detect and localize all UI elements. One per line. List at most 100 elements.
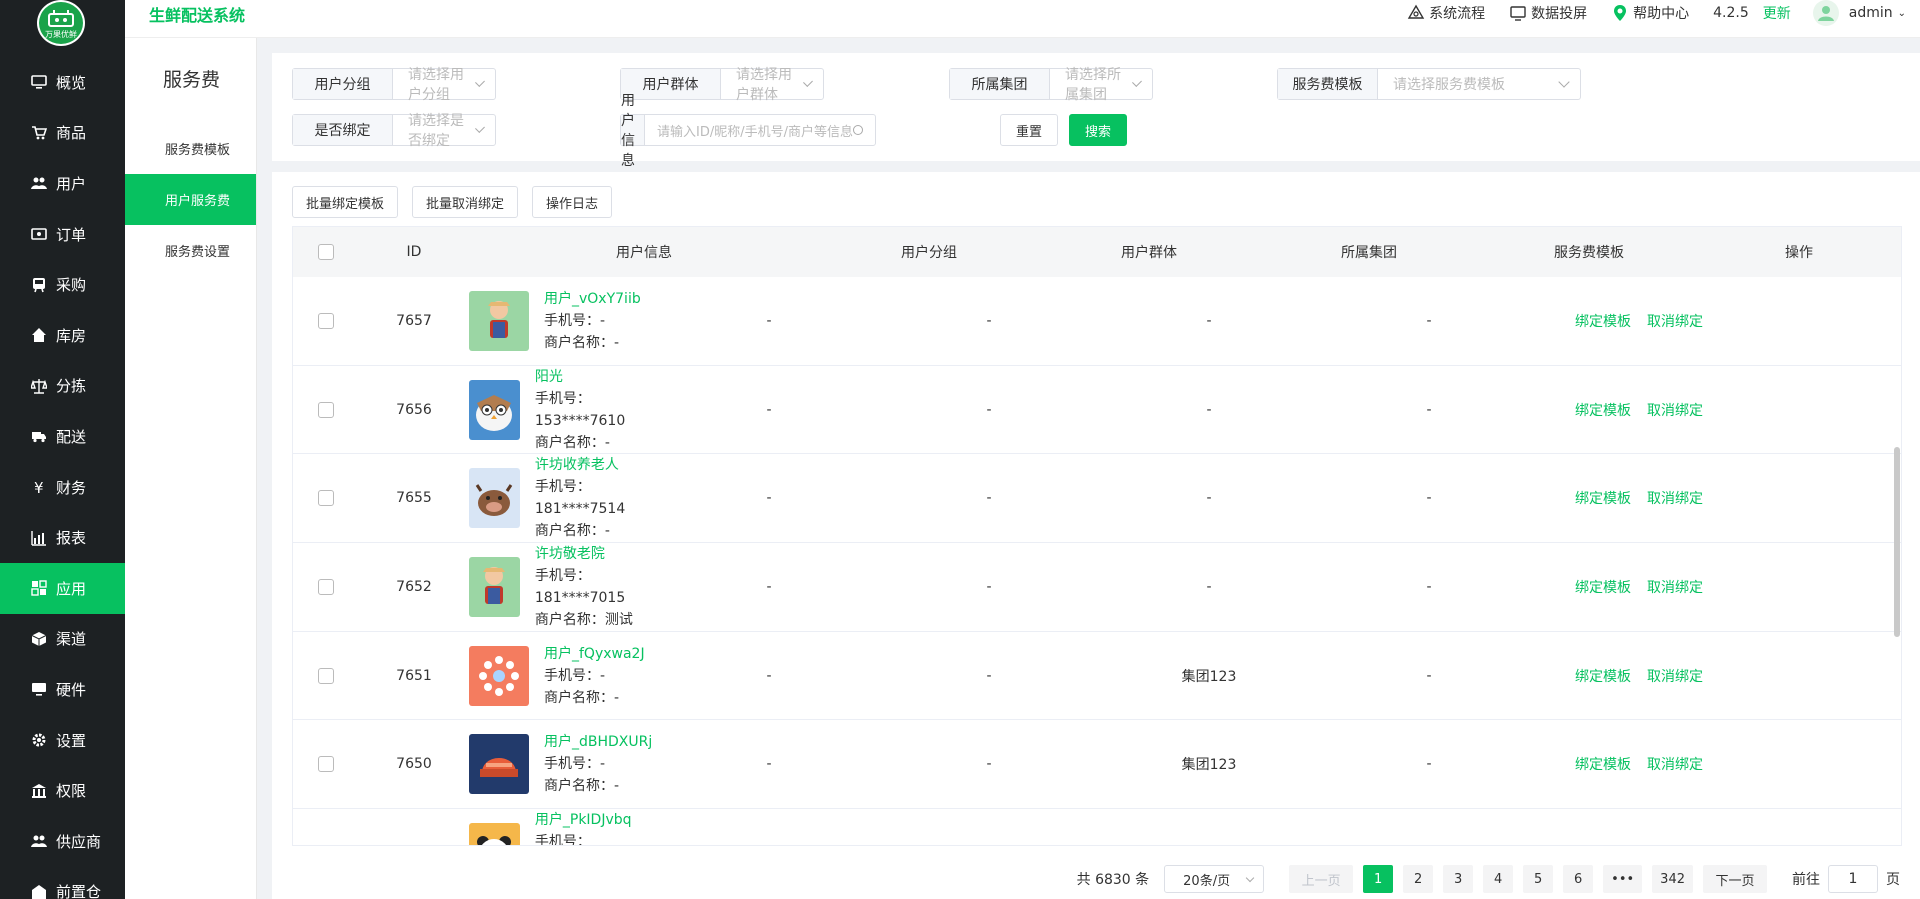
table-body: 7657 用户_vOxY7iib 手机号：- 商户名称：- - - - - 绑定模板 取消绑定 76…: [293, 277, 1901, 845]
sidebar-item-cart[interactable]: 商品: [0, 108, 125, 159]
system-flow-link[interactable]: 系统流程: [1407, 3, 1485, 23]
cell-user-info: 许坊收养老人 手机号： 181****7514 商户名称：-: [309, 454, 659, 542]
bind-template-link[interactable]: 绑定模板: [1575, 843, 1631, 845]
user-name-link[interactable]: 用户_PkIDJvbq: [535, 809, 659, 831]
phone-prefix: 手机号：: [534, 479, 591, 496]
users-icon: [30, 174, 48, 192]
update-link[interactable]: 更新: [1763, 3, 1791, 23]
page-button[interactable]: 5: [1523, 865, 1554, 893]
user-name-link[interactable]: 阳光: [535, 366, 659, 388]
bind-template-link[interactable]: 绑定模板: [1575, 577, 1631, 597]
page-button[interactable]: 1: [1363, 865, 1394, 893]
page-size-select[interactable]: 20条/页: [1164, 865, 1265, 893]
next-page-button[interactable]: 下一页: [1703, 865, 1767, 893]
page-button[interactable]: 3: [1443, 865, 1474, 893]
user-name-link[interactable]: 用户_vOxY7iib: [544, 288, 641, 310]
unbind-link[interactable]: 取消绑定: [1647, 488, 1703, 508]
more-pages-button[interactable]: •••: [1603, 865, 1643, 893]
bound-select[interactable]: 请选择是否绑定: [393, 113, 495, 149]
subnav-item-fee-template[interactable]: 服务费模板: [125, 123, 256, 174]
subnav-item-fee-settings[interactable]: 服务费设置: [125, 225, 256, 276]
sidebar-item-yen[interactable]: ¥ 财务: [0, 462, 125, 513]
sidebar-item-chart[interactable]: 报表: [0, 512, 125, 563]
search-icon: [853, 125, 863, 135]
user-name-link[interactable]: 许坊敬老院: [535, 543, 659, 565]
bind-template-link[interactable]: 绑定模板: [1575, 488, 1631, 508]
total-count: 共 6830 条: [1076, 872, 1150, 888]
user-group-select[interactable]: 请选择用户分组: [393, 67, 495, 103]
user-group-label: 用户分组: [293, 69, 393, 99]
unbind-link[interactable]: 取消绑定: [1647, 400, 1703, 420]
page-button[interactable]: 2: [1403, 865, 1434, 893]
bind-template-link[interactable]: 绑定模板: [1575, 311, 1631, 331]
operation-log-button[interactable]: 操作日志: [532, 186, 612, 218]
user-avatar[interactable]: [1812, 0, 1839, 26]
page-button[interactable]: 4: [1483, 865, 1514, 893]
subnav-item-user-fee[interactable]: 用户服务费: [125, 174, 256, 225]
sidebar-item-purchase[interactable]: 采购: [0, 259, 125, 310]
batch-unbind-button[interactable]: 批量取消绑定: [412, 186, 518, 218]
page-button[interactable]: 6: [1563, 865, 1594, 893]
table-row: 7649用户_PkIDJvbq手机号：191****8300商户名称：---集团…: [293, 809, 1901, 845]
prev-page-button[interactable]: 上一页: [1289, 865, 1354, 893]
reset-button[interactable]: 重置: [1000, 114, 1058, 146]
bind-template-link[interactable]: 绑定模板: [1575, 400, 1631, 420]
sidebar-item-box[interactable]: 渠道: [0, 614, 125, 665]
cell-user-info: 用户_fQyxwa2J 手机号：- 商户名称：-: [309, 643, 659, 709]
sidebar-item-scale[interactable]: 分拣: [0, 361, 125, 412]
user-merchant: 商户名称：-: [535, 432, 659, 454]
sidebar-item-supplier[interactable]: 供应商: [0, 816, 125, 867]
user-name-link[interactable]: 用户_dBHDXURj: [544, 731, 652, 753]
sidebar-item-desktop[interactable]: 硬件: [0, 664, 125, 715]
sidebar-item-bank[interactable]: 权限: [0, 765, 125, 816]
brand-logo[interactable]: 万果优鲜: [37, 0, 85, 46]
sidebar-item-apps[interactable]: 应用: [0, 562, 125, 614]
system-name: 生鲜配送系统: [149, 6, 246, 25]
sidebar-item-truck[interactable]: 配送: [0, 411, 125, 462]
user-name-link[interactable]: 许坊收养老人: [535, 454, 659, 476]
page-numbers: 1 2 3 4 5 6 ••• 342: [1358, 865, 1698, 893]
cell-group: -: [766, 401, 772, 418]
sidebar-item-warehouse[interactable]: 前置仓: [0, 867, 125, 899]
user-crowd-select[interactable]: 请选择用户群体: [721, 67, 823, 103]
sidebar-item-gear[interactable]: 设置: [0, 715, 125, 766]
fee-template-select[interactable]: 请选择服务费模板: [1378, 69, 1580, 99]
unbind-link[interactable]: 取消绑定: [1647, 754, 1703, 774]
batch-bind-button[interactable]: 批量绑定模板: [292, 186, 398, 218]
page-button[interactable]: 342: [1652, 865, 1693, 893]
row-checkbox[interactable]: [318, 844, 334, 845]
unbind-link[interactable]: 取消绑定: [1647, 666, 1703, 686]
fee-template-label: 服务费模板: [1278, 69, 1378, 99]
user-name-link[interactable]: 用户_fQyxwa2J: [544, 643, 645, 665]
bind-template-link[interactable]: 绑定模板: [1575, 666, 1631, 686]
goto-page-input[interactable]: 1: [1828, 865, 1878, 893]
col-group-header: 用户分组: [901, 245, 957, 261]
select-all-checkbox[interactable]: [318, 244, 334, 260]
screen-icon: [1510, 6, 1526, 21]
col-crowd-header: 用户群体: [1121, 245, 1177, 261]
unbind-link[interactable]: 取消绑定: [1647, 311, 1703, 331]
table-scrollbar[interactable]: [1894, 447, 1900, 637]
cell-corp: -: [1206, 401, 1212, 418]
sidebar-item-monitor[interactable]: 概览: [0, 57, 125, 108]
data-screen-link[interactable]: 数据投屏: [1509, 3, 1587, 23]
user-crowd-filter: 用户群体 请选择用户群体: [620, 67, 824, 103]
sidebar-item-order[interactable]: 订单: [0, 209, 125, 260]
unbind-link[interactable]: 取消绑定: [1647, 843, 1703, 845]
sidebar-item-label: 供应商: [56, 832, 102, 851]
user-info-input[interactable]: 请输入ID/昵称/手机号/商户等信息: [645, 115, 875, 145]
table-row: 7656 阳光 手机号：153****7610 商户名称：- - - - - 绑定模板 取消绑定: [293, 366, 1901, 455]
cell-template: -: [1426, 401, 1432, 418]
corp-select[interactable]: 请选择所属集团: [1050, 67, 1152, 103]
sidebar-item-home[interactable]: 库房: [0, 310, 125, 361]
search-button[interactable]: 搜索: [1069, 114, 1127, 146]
sidebar-item-users[interactable]: 用户: [0, 158, 125, 209]
merchant-prefix: 商户名称：: [534, 523, 605, 540]
user-info-text: 许坊敬老院 手机号： 181****7015 商户名称：测试: [535, 543, 659, 631]
user-crowd-placeholder: 请选择用户群体: [736, 67, 792, 103]
admin-dropdown[interactable]: admin ⌄: [1849, 5, 1906, 21]
help-center-link[interactable]: 帮助中心: [1611, 3, 1689, 23]
unbind-link[interactable]: 取消绑定: [1647, 577, 1703, 597]
logo-icon: [48, 10, 74, 27]
bind-template-link[interactable]: 绑定模板: [1575, 754, 1631, 774]
